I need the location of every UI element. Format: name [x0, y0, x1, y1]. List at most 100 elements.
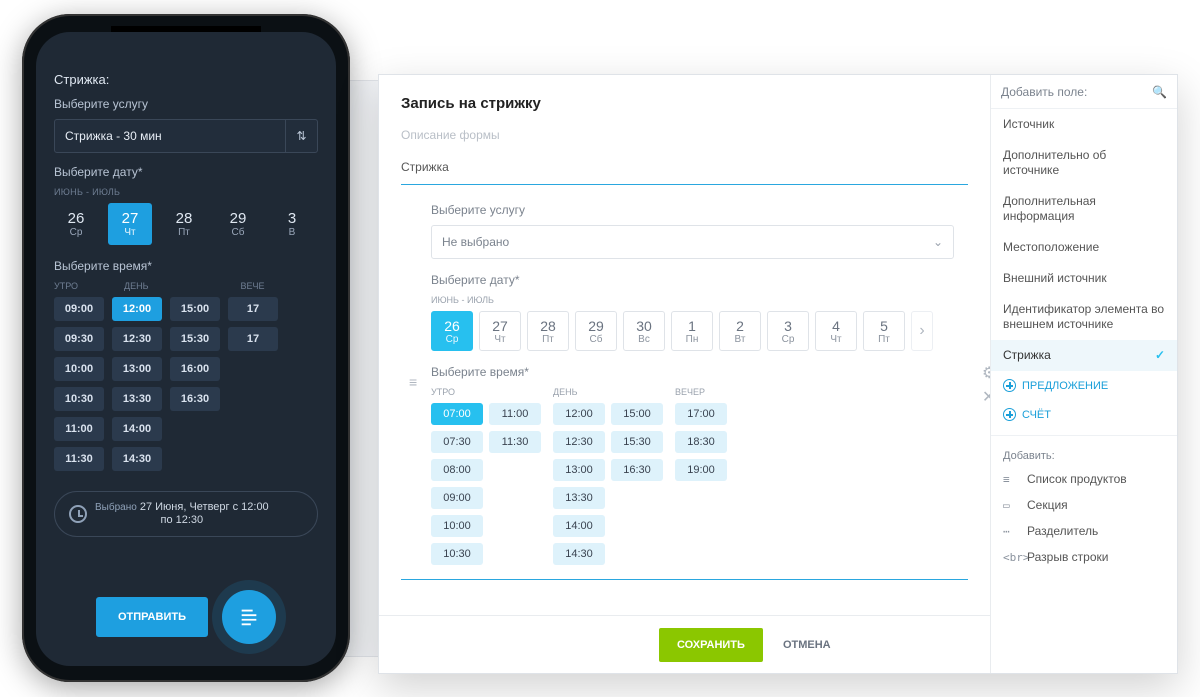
phone-chosen-line1: 27 Июня, Четверг с 12:00 [140, 501, 269, 513]
phone-selection-pill: Выбрано 27 Июня, Четверг с 12:00 по 12:3… [54, 491, 318, 537]
sidebar-field[interactable]: Местоположение [991, 232, 1177, 263]
phone-service-value: Стрижка - 30 мин [65, 129, 162, 143]
day-cell[interactable]: 4Чт [815, 311, 857, 351]
time-head-day: ДЕНЬ [553, 387, 675, 397]
time-chip[interactable]: 10:00 [431, 515, 483, 537]
phone-time-chip[interactable]: 12:00 [112, 297, 162, 321]
phone-time-label: Выберите время* [54, 259, 318, 273]
phone-time-chip[interactable]: 11:30 [54, 447, 104, 471]
sidebar-field[interactable]: Внешний источник [991, 263, 1177, 294]
time-chip[interactable]: 14:30 [553, 543, 605, 565]
phone-time-chip[interactable]: 15:00 [170, 297, 220, 321]
phone-time-headers: УТРО ДЕНЬ ВЕЧЕ [54, 281, 318, 291]
day-cell[interactable]: 30Вс [623, 311, 665, 351]
sidebar-element[interactable]: ≡Список продуктов [991, 466, 1177, 492]
phone-time-chip[interactable]: 10:00 [54, 357, 104, 381]
time-chip[interactable]: 16:30 [611, 459, 663, 481]
drag-handle-icon[interactable]: ≡ [409, 374, 417, 390]
time-chip[interactable]: 14:00 [553, 515, 605, 537]
phone-service-label: Выберите услугу [54, 97, 318, 111]
time-chip[interactable]: 12:00 [553, 403, 605, 425]
day-cell[interactable]: 3Ср [767, 311, 809, 351]
fab-button[interactable] [222, 590, 276, 644]
sidebar-field[interactable]: Дополнительно об источнике [991, 140, 1177, 186]
time-chip[interactable]: 13:00 [553, 459, 605, 481]
date-field-label: Выберите дату* [431, 273, 954, 287]
time-chip[interactable]: 19:00 [675, 459, 727, 481]
phone-time-chip[interactable]: 14:30 [112, 447, 162, 471]
time-head-evening: ВЕЧЕР [675, 387, 755, 397]
phone-time-chip[interactable]: 17 [228, 327, 278, 351]
phone-day[interactable]: 28Пт [162, 203, 206, 245]
phone-frame: Стрижка: Выберите услугу Стрижка - 30 ми… [22, 14, 350, 682]
phone-time-chip[interactable]: 14:00 [112, 417, 162, 441]
time-chip[interactable]: 15:30 [611, 431, 663, 453]
day-picker: 26Ср27Чт28Пт29Сб30Вс1Пн2Вт3Ср4Чт5Пт› [431, 311, 954, 351]
section-icon: ▭ [1003, 499, 1019, 512]
phone-day[interactable]: 26Ср [54, 203, 98, 245]
day-cell[interactable]: 26Ср [431, 311, 473, 351]
time-chip[interactable]: 10:30 [431, 543, 483, 565]
form-title[interactable]: Запись на стрижку [401, 95, 968, 112]
time-chip[interactable]: 07:00 [431, 403, 483, 425]
day-cell[interactable]: 28Пт [527, 311, 569, 351]
phone-day[interactable]: 3В [270, 203, 314, 245]
sidebar-field[interactable]: Источник [991, 109, 1177, 140]
phone-day[interactable]: 29Сб [216, 203, 260, 245]
gear-icon[interactable]: ⚙ [982, 363, 990, 377]
phone-actions: ОТПРАВИТЬ [36, 590, 336, 644]
swap-icon[interactable]: ⇅ [285, 120, 317, 152]
phone-time-chip[interactable]: 09:30 [54, 327, 104, 351]
phone-time-chip[interactable]: 10:30 [54, 387, 104, 411]
phone-time-chip[interactable]: 15:30 [170, 327, 220, 351]
phone-time-chip[interactable]: 16:30 [170, 387, 220, 411]
save-button[interactable]: СОХРАНИТЬ [659, 628, 763, 662]
phone-time-chip[interactable]: 13:30 [112, 387, 162, 411]
phone-time-chip[interactable]: 12:30 [112, 327, 162, 351]
sidebar-element[interactable]: <br>Разрыв строки [991, 544, 1177, 570]
phone-time-chip[interactable]: 09:00 [54, 297, 104, 321]
phone-service-select[interactable]: Стрижка - 30 мин ⇅ [54, 119, 318, 153]
search-icon[interactable]: 🔍 [1152, 85, 1167, 99]
time-chip[interactable]: 11:30 [489, 431, 541, 453]
sidebar-field-selected[interactable]: Стрижка✓ [991, 340, 1177, 371]
check-icon: ✓ [1155, 348, 1165, 363]
day-cell[interactable]: 5Пт [863, 311, 905, 351]
time-chip[interactable]: 15:00 [611, 403, 663, 425]
time-chip[interactable]: 12:30 [553, 431, 605, 453]
time-chip[interactable]: 13:30 [553, 487, 605, 509]
chevron-down-icon: ⌄ [933, 235, 943, 249]
time-chip[interactable]: 17:00 [675, 403, 727, 425]
send-button[interactable]: ОТПРАВИТЬ [96, 597, 208, 637]
phone-time-chip[interactable]: 11:00 [54, 417, 104, 441]
sidebar-field[interactable]: Идентификатор элемента во внешнем источн… [991, 294, 1177, 340]
day-cell[interactable]: 2Вт [719, 311, 761, 351]
booking-widget[interactable]: ≡ ⚙ ✕ Выберите услугу Не выбрано ⌄ Выбер… [401, 184, 968, 580]
plus-icon [1003, 408, 1016, 421]
add-offer-button[interactable]: ПРЕДЛОЖЕНИЕ [991, 371, 1177, 400]
chevron-right-icon[interactable]: › [911, 311, 933, 351]
sidebar-element[interactable]: ⋯Разделитель [991, 518, 1177, 544]
day-cell[interactable]: 1Пн [671, 311, 713, 351]
time-chip[interactable]: 18:30 [675, 431, 727, 453]
day-cell[interactable]: 29Сб [575, 311, 617, 351]
add-invoice-button[interactable]: СЧЁТ [991, 400, 1177, 429]
close-icon[interactable]: ✕ [982, 387, 990, 401]
sidebar-element[interactable]: ▭Секция [991, 492, 1177, 518]
time-chip[interactable]: 08:00 [431, 459, 483, 481]
day-cell[interactable]: 27Чт [479, 311, 521, 351]
form-description[interactable]: Описание формы [401, 128, 968, 142]
sidebar-add-header: Добавить: [991, 442, 1177, 466]
time-chip[interactable]: 07:30 [431, 431, 483, 453]
time-chip[interactable]: 11:00 [489, 403, 541, 425]
time-col-morning: 07:00 11:00 07:30 11:30 08:00 09:00 10:00 10:30 [431, 403, 541, 565]
service-select[interactable]: Не выбрано ⌄ [431, 225, 954, 259]
sidebar-field[interactable]: Дополнительная информация [991, 186, 1177, 232]
phone-time-chip[interactable]: 16:00 [170, 357, 220, 381]
time-chip[interactable]: 09:00 [431, 487, 483, 509]
phone-time-chip[interactable]: 13:00 [112, 357, 162, 381]
phone-time-chip[interactable]: 17 [228, 297, 278, 321]
br-icon: <br> [1003, 551, 1019, 564]
phone-day[interactable]: 27Чт [108, 203, 152, 245]
cancel-button[interactable]: ОТМЕНА [783, 639, 831, 651]
